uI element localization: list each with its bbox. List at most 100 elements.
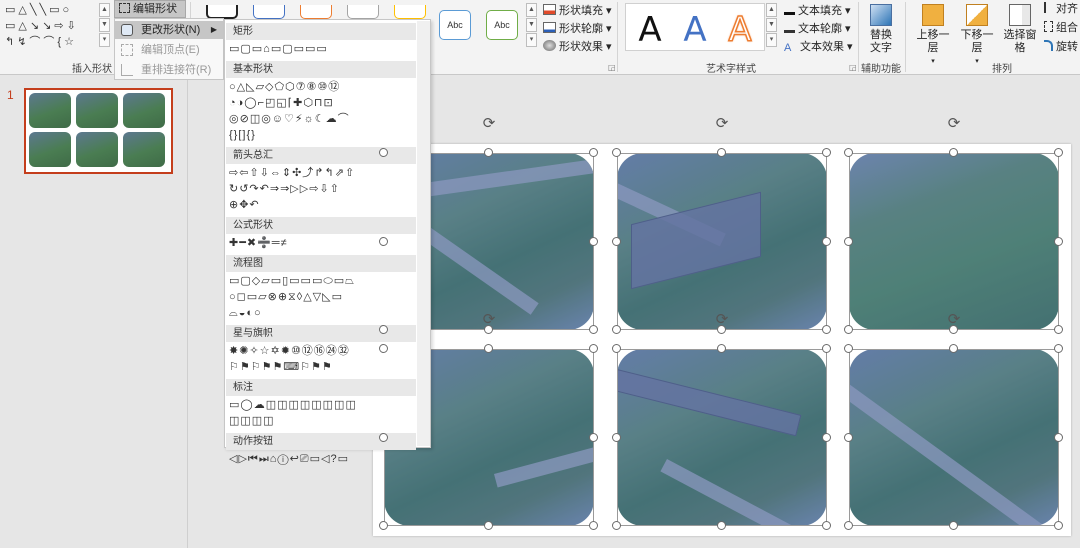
wordart-sample-black[interactable]: A — [629, 8, 671, 52]
resize-handle[interactable] — [1054, 148, 1063, 157]
shape-style-abc-blue[interactable]: Abc — [439, 10, 471, 40]
gallery-shape-row[interactable]: ◁▷⏮⏭⌂ⓘ↩⎚▭◁?▭ — [229, 452, 349, 467]
resize-handle[interactable] — [484, 325, 493, 334]
shape-style-gold[interactable] — [394, 5, 426, 19]
shapes-row-2[interactable]: ▭△↘↘⇨⇩ — [5, 20, 79, 32]
align-button[interactable]: 对齐 — [1044, 1, 1078, 17]
slide-thumbnail[interactable] — [24, 88, 173, 174]
gallery-shape-row[interactable]: ◫◫◫◫ — [229, 414, 275, 429]
gallery-shape-row[interactable]: ✸✺✧☆✡✹⑩⑫⑯㉔㉜ — [229, 344, 350, 359]
wordart-scroll-down-button[interactable]: ▼ — [766, 18, 777, 32]
wordart-gallery[interactable]: A A A — [625, 3, 765, 51]
resize-handle[interactable] — [844, 148, 853, 157]
shapes-scroll-up-button[interactable]: ▲ — [99, 3, 110, 17]
gallery-shape-row[interactable]: ○△◺▱◇⬠⬡⑦⑧⑩⑫ — [229, 80, 340, 95]
resize-handle[interactable] — [379, 521, 388, 530]
styles-more-button[interactable]: ▾ — [526, 33, 537, 47]
shape-style-orange[interactable] — [300, 5, 332, 19]
text-effects-button[interactable]: A 文本效果 ▾ — [784, 39, 853, 55]
shapes-more-button[interactable]: ▾ — [99, 33, 110, 47]
resize-handle[interactable] — [612, 148, 621, 157]
edit-shape-button[interactable]: 编辑形状 ▾ — [114, 0, 186, 31]
gallery-shape-row[interactable]: ⇨⇦⇧⇩⇔⇕✣⤴↱↰⇗⇧ — [229, 166, 355, 181]
shape-outline-button[interactable]: 形状轮廓 ▾ — [543, 21, 612, 37]
resize-handle[interactable] — [1054, 521, 1063, 530]
resize-handle[interactable] — [612, 432, 621, 442]
shape-effects-button[interactable]: 形状效果 ▾ — [543, 39, 612, 55]
gallery-shape-row[interactable]: ⚐⚑⚐⚑⚑⌨⚐⚑⚑ — [229, 360, 333, 375]
resize-handle[interactable] — [717, 148, 726, 157]
wordart-launcher-icon[interactable]: ◲ — [849, 63, 857, 72]
resize-handle[interactable] — [844, 344, 853, 353]
shape-styles-launcher-icon[interactable]: ◲ — [608, 63, 616, 72]
resize-handle[interactable] — [379, 148, 388, 157]
resize-handle[interactable] — [1054, 236, 1063, 246]
resize-handle[interactable] — [844, 521, 853, 530]
resize-handle[interactable] — [949, 148, 958, 157]
rotate-button[interactable]: 旋转 — [1044, 39, 1078, 55]
resize-handle[interactable] — [589, 148, 598, 157]
resize-handle[interactable] — [379, 325, 388, 334]
rotate-handle-icon[interactable]: ⟳ — [714, 116, 730, 132]
resize-handle[interactable] — [949, 521, 958, 530]
shape-style-dark[interactable] — [206, 5, 238, 19]
resize-handle[interactable] — [612, 521, 621, 530]
resize-handle[interactable] — [1054, 325, 1063, 334]
resize-handle[interactable] — [822, 236, 831, 246]
shape-style-abc-green[interactable]: Abc — [486, 10, 518, 40]
resize-handle[interactable] — [484, 148, 493, 157]
wordart-more-button[interactable]: ▾ — [766, 33, 777, 47]
wordart-sample-orange[interactable]: A — [719, 8, 761, 52]
resize-handle[interactable] — [1054, 344, 1063, 353]
text-fill-button[interactable]: 文本填充 ▾ — [784, 3, 851, 19]
resize-handle[interactable] — [844, 325, 853, 334]
shapes-row-1[interactable]: ▭△╲╲▭○ — [5, 4, 72, 16]
resize-handle[interactable] — [612, 344, 621, 353]
shape-fill-button[interactable]: 形状填充 ▾ — [543, 3, 612, 19]
resize-handle[interactable] — [822, 325, 831, 334]
resize-handle[interactable] — [589, 325, 598, 334]
send-backward-button[interactable]: 下移一层 ▾ — [956, 4, 998, 68]
resize-handle[interactable] — [379, 236, 388, 246]
gallery-shape-row[interactable]: ▭▢▭⌂▭▢▭▭▭ — [229, 42, 328, 57]
resize-handle[interactable] — [589, 236, 598, 246]
gallery-shape-row[interactable]: {}[]{} — [229, 128, 256, 143]
shapes-row-3[interactable]: ↰↯⌒⌒{☆ — [5, 36, 77, 48]
rotate-handle-icon[interactable]: ⟳ — [946, 116, 962, 132]
bring-forward-button[interactable]: 上移一层 ▾ — [912, 4, 954, 68]
styles-scroll-up-button[interactable]: ▲ — [526, 3, 537, 17]
insert-shapes-gallery[interactable]: ▭△╲╲▭○ ▭△↘↘⇨⇩ ↰↯⌒⌒{☆ — [3, 3, 98, 51]
rotate-handle-icon[interactable]: ⟳ — [481, 116, 497, 132]
resize-handle[interactable] — [484, 344, 493, 353]
resize-handle[interactable] — [589, 521, 598, 530]
change-shape-menu-item[interactable]: 更改形状(N) ▶ — [115, 21, 223, 39]
gallery-shape-row[interactable]: ▭◯☁◫◫◫◫◫◫◫◫ — [229, 398, 357, 413]
gallery-shape-row[interactable]: ◔◑◯⌐◰◱⌈✚⬡⊓⊡ — [229, 96, 334, 111]
resize-handle[interactable] — [844, 432, 853, 442]
gallery-shape-row[interactable]: ▭▢◇▱▭▯▭▭▭⬭▭⏢ — [229, 274, 355, 289]
resize-handle[interactable] — [1054, 432, 1063, 442]
group-button[interactable]: 组合 — [1044, 20, 1078, 36]
resize-handle[interactable] — [822, 148, 831, 157]
resize-handle[interactable] — [822, 344, 831, 353]
styles-scroll-down-button[interactable]: ▼ — [526, 18, 537, 32]
gallery-scrollbar[interactable] — [417, 21, 430, 446]
alt-text-button[interactable]: 替换 文字 — [866, 4, 896, 55]
gallery-shape-row[interactable]: ○◻▭▱⊗⊕⧖◊△▽◺▭ — [229, 290, 343, 305]
resize-handle[interactable] — [822, 521, 831, 530]
resize-handle[interactable] — [484, 521, 493, 530]
resize-handle[interactable] — [589, 432, 598, 442]
wordart-sample-blue[interactable]: A — [674, 8, 716, 52]
resize-handle[interactable] — [589, 344, 598, 353]
resize-handle[interactable] — [822, 432, 831, 442]
text-outline-button[interactable]: 文本轮廓 ▾ — [784, 21, 851, 37]
resize-handle[interactable] — [949, 344, 958, 353]
gallery-shape-row[interactable]: ◎⊘◫◎☺♡⚡☼☾☁⌒ — [229, 112, 350, 127]
resize-handle[interactable] — [612, 325, 621, 334]
reroute-connectors-menu-item[interactable]: 重排连接符(R) — [115, 61, 223, 79]
resize-handle[interactable] — [717, 344, 726, 353]
selection-pane-button[interactable]: 选择窗格 — [999, 4, 1041, 55]
shape-style-blue[interactable] — [253, 5, 285, 19]
gallery-shape-row[interactable]: ⊕✥↶ — [229, 198, 260, 213]
resize-handle[interactable] — [717, 521, 726, 530]
